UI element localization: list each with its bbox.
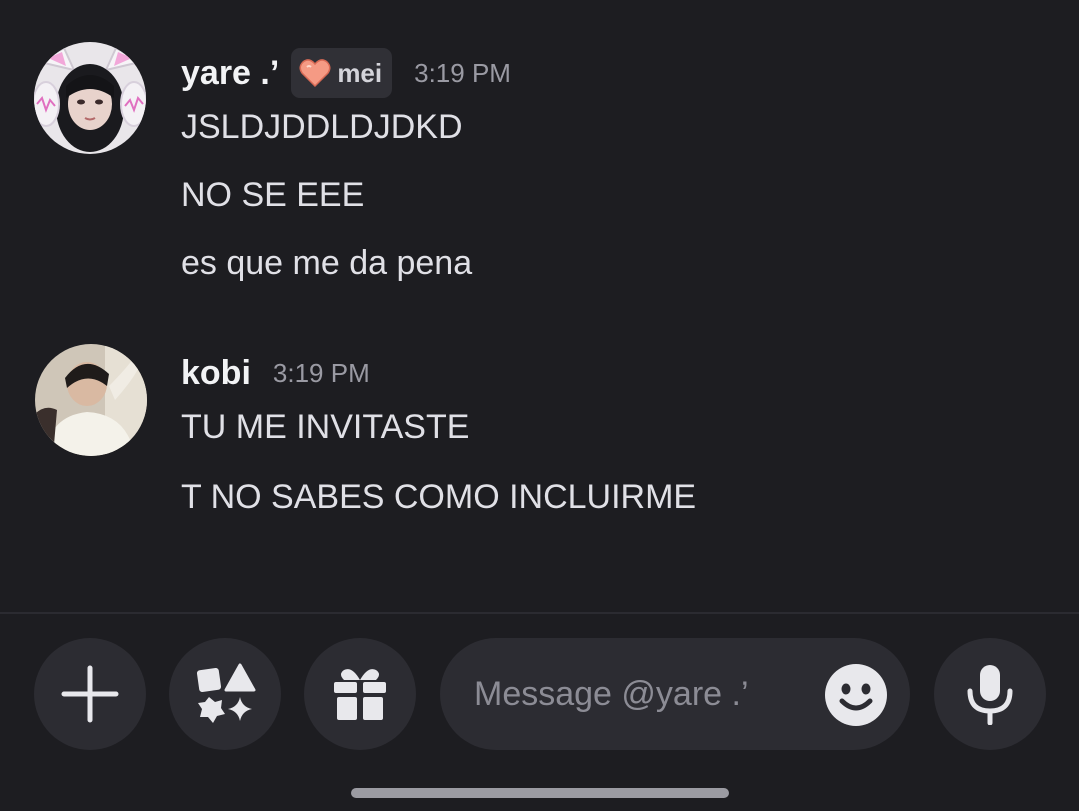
message-input[interactable]: Message @yare .’	[440, 638, 910, 750]
voice-button[interactable]	[934, 638, 1046, 750]
timestamp: 3:19 PM	[272, 357, 370, 388]
timestamp: 3:19 PM	[414, 57, 511, 88]
attach-button[interactable]	[34, 638, 146, 750]
message-text[interactable]: NO SE EEE	[181, 176, 364, 215]
message-text[interactable]: JSLDJDDLDJDKD	[181, 108, 463, 147]
message-text[interactable]: T NO SABES COMO INCLUIRME	[181, 478, 696, 517]
emoji-icon	[825, 664, 887, 726]
message-header: kobi 3:19 PM	[181, 348, 370, 398]
username[interactable]: yare .’	[181, 54, 279, 93]
message-text[interactable]: es que me da pena	[181, 244, 472, 283]
apps-icon	[196, 663, 256, 723]
server-tag-label: mei	[337, 57, 383, 88]
message-header: yare .’ mei 3:19 PM	[181, 48, 511, 98]
gift-button[interactable]	[304, 638, 416, 750]
message-text[interactable]: TU ME INVITASTE	[181, 408, 469, 447]
apps-button[interactable]	[169, 638, 281, 750]
server-tag[interactable]: mei	[291, 48, 393, 98]
avatar[interactable]	[35, 344, 147, 456]
plus-icon	[61, 665, 119, 723]
heart-icon	[299, 59, 331, 88]
avatar[interactable]	[34, 42, 146, 154]
home-indicator[interactable]	[351, 788, 729, 798]
gift-icon	[334, 669, 386, 720]
username[interactable]: kobi	[181, 354, 251, 393]
chat-messages: yare .’ mei 3:19 PM JSLDJDDLDJDKD NO SE …	[0, 0, 1079, 612]
message-composer: Message @yare .’	[0, 614, 1079, 811]
microphone-icon	[967, 665, 1013, 725]
message-input-placeholder: Message @yare .’	[474, 675, 749, 713]
emoji-button[interactable]	[824, 663, 888, 727]
